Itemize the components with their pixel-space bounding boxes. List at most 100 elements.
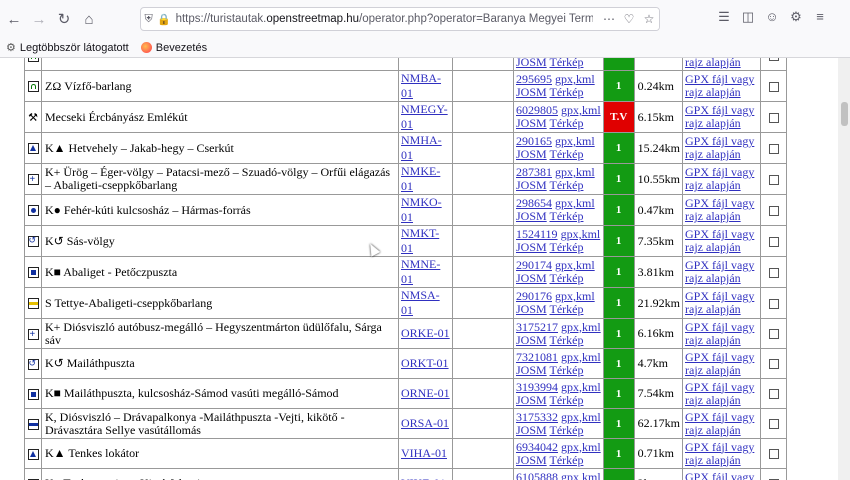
josm-link[interactable]: JOSM (516, 423, 547, 437)
row-checkbox[interactable] (768, 298, 779, 309)
row-checkbox[interactable] (768, 359, 779, 370)
relation-id-link[interactable]: 3175217 (516, 320, 558, 334)
gpx-file-link[interactable]: GPX fájl vagyrajz alapján (685, 440, 754, 467)
map-link[interactable]: Térkép (549, 333, 583, 347)
josm-link[interactable]: JOSM (516, 363, 547, 377)
relation-id-link[interactable]: 6934042 (516, 440, 558, 454)
row-checkbox[interactable] (768, 419, 779, 430)
map-link[interactable]: Térkép (549, 209, 583, 223)
route-code-link[interactable]: NMNE-01 (401, 257, 440, 286)
row-checkbox[interactable] (768, 329, 779, 340)
route-code-link[interactable]: NMSA-01 (401, 288, 440, 317)
route-code-link[interactable]: ORKT-01 (401, 356, 449, 370)
gpx-file-link[interactable]: GPX fájl vagyrajz alapján (685, 103, 754, 130)
row-checkbox[interactable] (768, 81, 779, 92)
gpx-kml-link[interactable]: gpx,kml (561, 380, 601, 394)
gpx-file-link[interactable]: GPX fájl vagyrajz alapján (685, 350, 754, 377)
url-text[interactable]: https://turistautak.openstreetmap.hu/ope… (176, 13, 659, 25)
josm-link[interactable]: JOSM (516, 209, 547, 223)
gpx-kml-link[interactable]: gpx,kml (561, 470, 601, 480)
gpx-file-link[interactable]: GPX fájl vagyrajz alapján (685, 289, 754, 316)
route-code-link[interactable]: ORSA-01 (401, 416, 449, 430)
gpx-file-link[interactable]: GPX fájl vagyrajz alapján (685, 470, 754, 480)
gpx-kml-link[interactable]: gpx,kml (555, 289, 595, 303)
route-code-link[interactable]: VIHA-01 (401, 446, 447, 460)
relation-id-link[interactable]: 3193994 (516, 380, 558, 394)
menu-icon[interactable]: ≡ (808, 9, 832, 25)
account-icon[interactable]: ☺ (760, 9, 784, 25)
map-link[interactable]: Térkép (549, 423, 583, 437)
bookmark-most-visited[interactable]: ⚙ Legtöbbször látogatott (6, 41, 129, 55)
josm-link[interactable]: JOSM (516, 302, 547, 316)
pocket-icon[interactable]: ♡ (619, 12, 639, 26)
row-checkbox[interactable] (768, 112, 779, 123)
map-link[interactable]: Térkép (549, 178, 583, 192)
relation-id-link[interactable]: 3175332 (516, 410, 558, 424)
url-bar[interactable]: ⛨ 🔒 https://turistautak.openstreetmap.hu… (140, 7, 660, 31)
gpx-file-link[interactable]: GPX fájl vagyrajz alapján (685, 58, 754, 69)
row-checkbox[interactable] (768, 389, 779, 400)
route-code-link[interactable]: NMKT-01 (401, 226, 439, 255)
gpx-file-link[interactable]: GPX fájl vagyrajz alapján (685, 380, 754, 407)
relation-id-link[interactable]: 7321081 (516, 350, 558, 364)
route-code-link[interactable]: ORKE-01 (401, 326, 450, 340)
josm-link[interactable]: JOSM (516, 178, 547, 192)
row-checkbox[interactable] (768, 143, 779, 154)
lock-icon[interactable]: 🔒 (156, 13, 171, 26)
home-icon[interactable]: ⌂ (78, 8, 100, 30)
josm-link[interactable]: JOSM (516, 271, 547, 285)
map-link[interactable]: Térkép (549, 363, 583, 377)
relation-id-link[interactable]: 290165 (516, 134, 552, 148)
relation-id-link[interactable]: 6029805 (516, 103, 558, 117)
gpx-file-link[interactable]: GPX fájl vagyrajz alapján (685, 320, 754, 347)
gpx-file-link[interactable]: GPX fájl vagyrajz alapján (685, 165, 754, 192)
map-link[interactable]: Térkép (549, 116, 583, 130)
more-icon[interactable]: ⋯ (599, 12, 619, 26)
scrollbar[interactable] (838, 58, 850, 480)
gpx-kml-link[interactable]: gpx,kml (561, 350, 601, 364)
gpx-kml-link[interactable]: gpx,kml (555, 165, 595, 179)
map-link[interactable]: Térkép (549, 453, 583, 467)
relation-id-link[interactable]: 295695 (516, 72, 552, 86)
gpx-file-link[interactable]: GPX fájl vagyrajz alapján (685, 134, 754, 161)
route-code-link[interactable]: NMHA-01 (401, 133, 442, 162)
back-icon[interactable]: ← (3, 8, 25, 30)
relation-id-link[interactable]: 287381 (516, 165, 552, 179)
route-code-link[interactable]: NMEGY-01 (401, 102, 448, 131)
josm-link[interactable]: JOSM (516, 116, 547, 130)
gpx-file-link[interactable]: GPX fájl vagyrajz alapján (685, 227, 754, 254)
sidebar-icon[interactable]: ◫ (736, 9, 760, 25)
gpx-kml-link[interactable]: gpx,kml (561, 227, 601, 241)
josm-link[interactable]: JOSM (516, 58, 547, 69)
bookmark-getting-started[interactable]: Bevezetés (140, 42, 207, 54)
route-code-link[interactable]: VIKE-01 (401, 476, 446, 480)
row-checkbox[interactable] (768, 267, 779, 278)
map-link[interactable]: Térkép (549, 58, 583, 69)
gpx-kml-link[interactable]: gpx,kml (555, 134, 595, 148)
map-link[interactable]: Térkép (549, 85, 583, 99)
relation-id-link[interactable]: 290174 (516, 258, 552, 272)
row-checkbox[interactable] (768, 449, 779, 460)
route-code-link[interactable]: ORNE-01 (401, 386, 450, 400)
map-link[interactable]: Térkép (549, 302, 583, 316)
gpx-kml-link[interactable]: gpx,kml (561, 320, 601, 334)
josm-link[interactable]: JOSM (516, 453, 547, 467)
route-code-link[interactable]: NMKE-01 (401, 164, 440, 193)
relation-id-link[interactable]: 1524119 (516, 227, 558, 241)
gpx-kml-link[interactable]: gpx,kml (555, 258, 595, 272)
gpx-kml-link[interactable]: gpx,kml (561, 410, 601, 424)
library-icon[interactable]: ☰ (712, 9, 736, 25)
relation-id-link[interactable]: 290176 (516, 289, 552, 303)
josm-link[interactable]: JOSM (516, 393, 547, 407)
map-link[interactable]: Térkép (549, 147, 583, 161)
relation-id-link[interactable]: 298654 (516, 196, 552, 210)
gpx-kml-link[interactable]: gpx,kml (561, 103, 601, 117)
shield-icon[interactable]: ⛨ (141, 13, 156, 26)
gpx-kml-link[interactable]: gpx,kml (555, 196, 595, 210)
relation-id-link[interactable]: 6105888 (516, 470, 558, 480)
route-code-link[interactable]: NMKO-01 (401, 195, 442, 224)
gpx-kml-link[interactable]: gpx,kml (555, 72, 595, 86)
extensions-icon[interactable]: ⚙ (784, 9, 808, 25)
josm-link[interactable]: JOSM (516, 240, 547, 254)
josm-link[interactable]: JOSM (516, 333, 547, 347)
